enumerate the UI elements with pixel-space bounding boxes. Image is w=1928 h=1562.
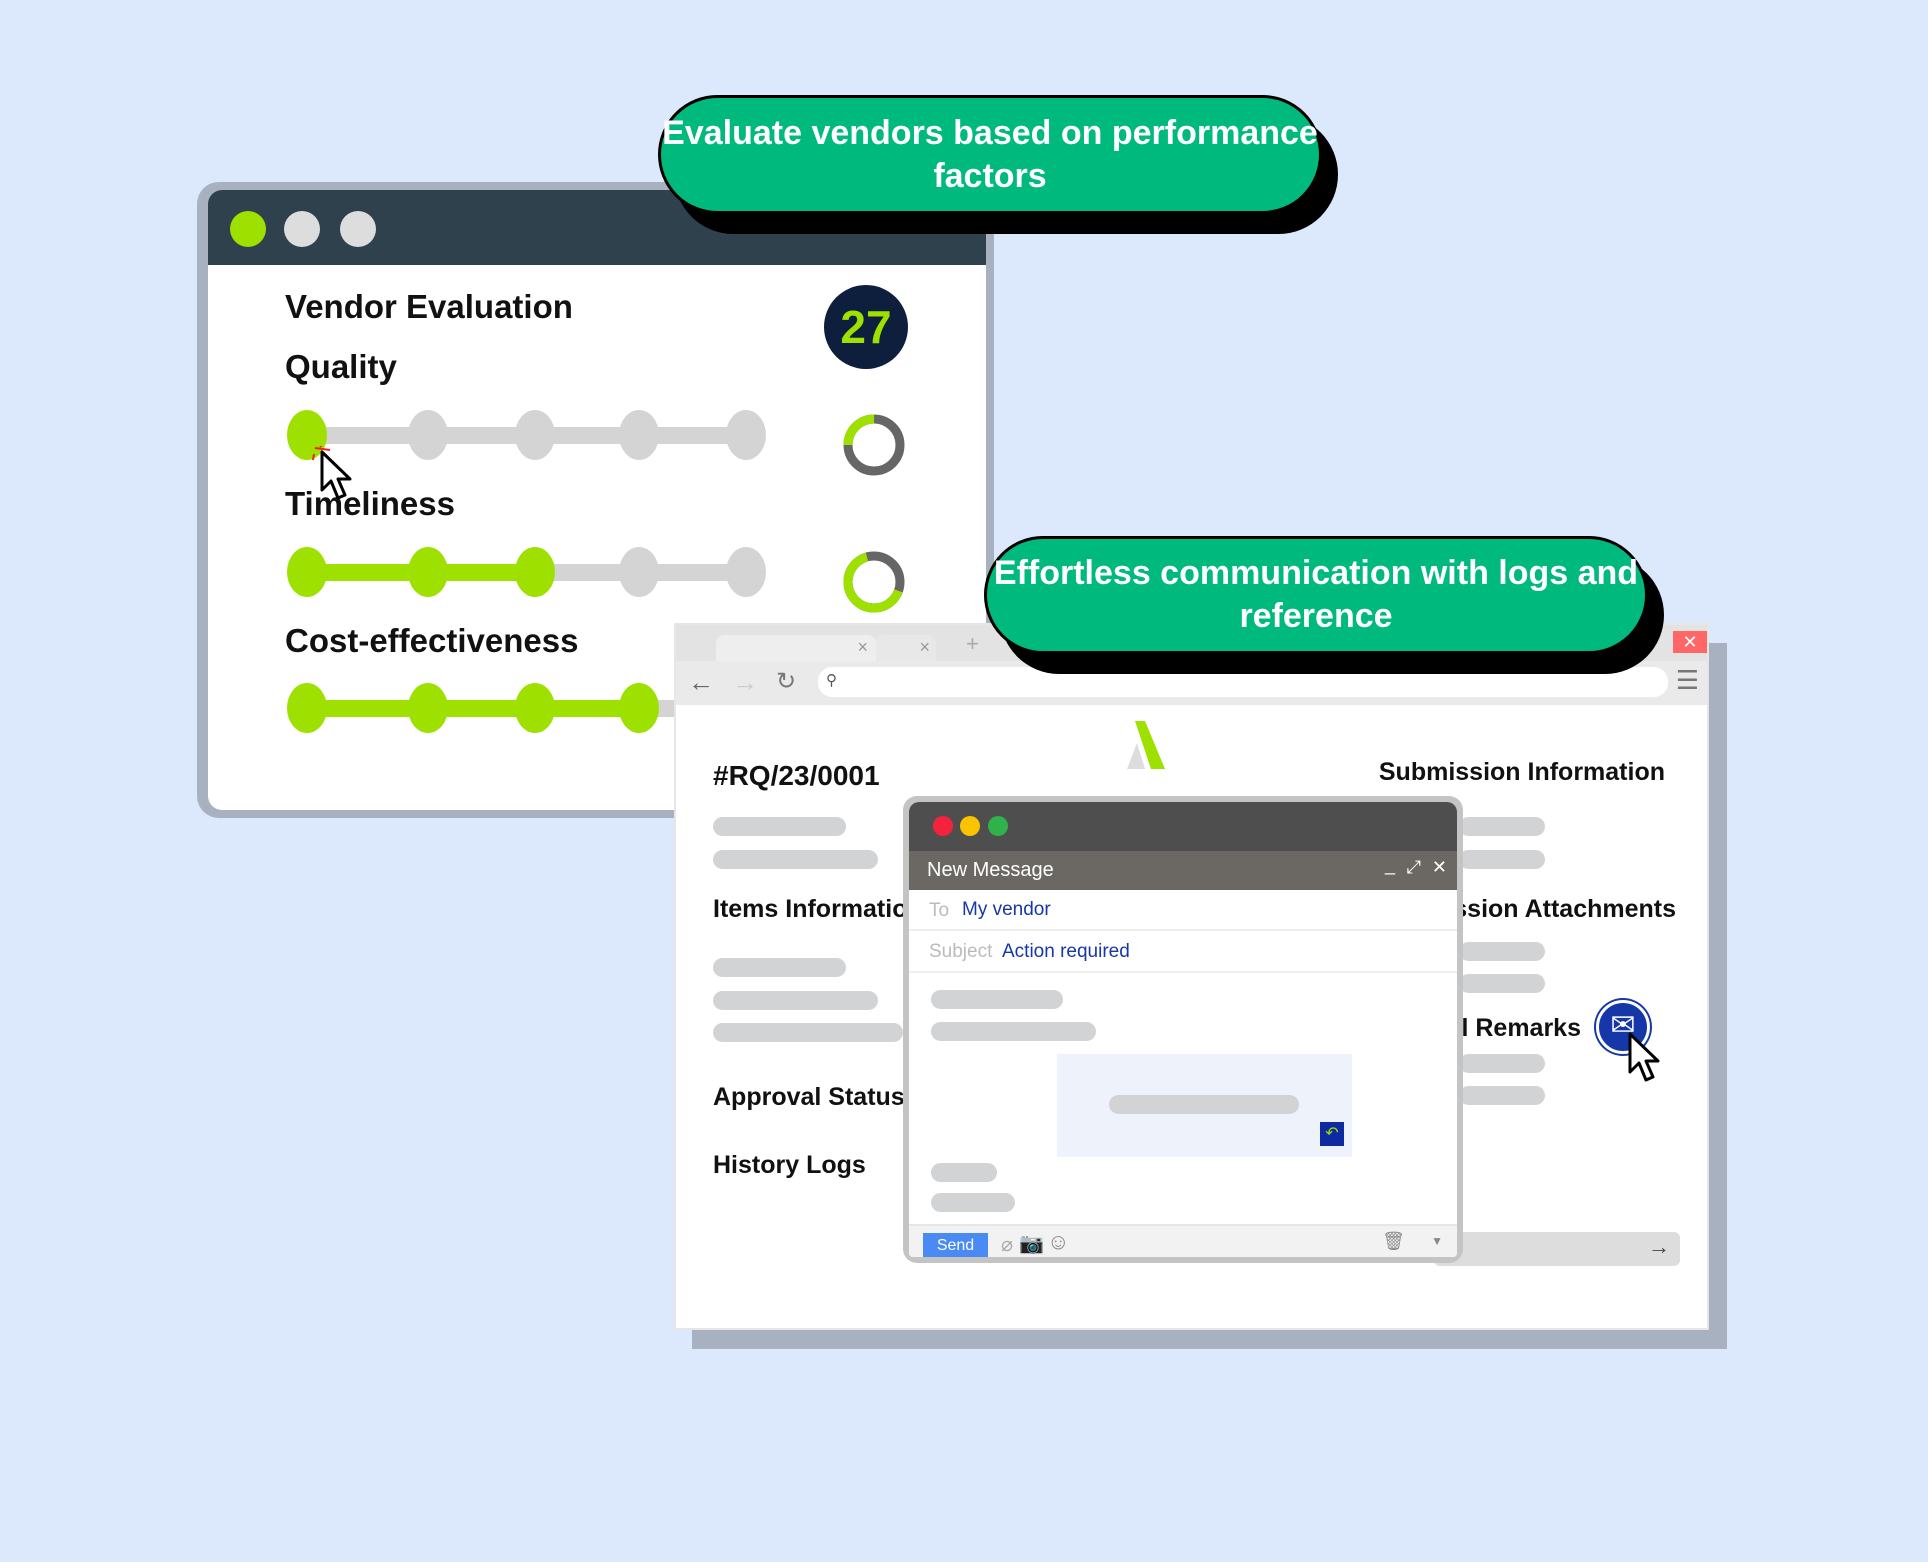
window-dot[interactable] <box>340 211 376 247</box>
rating-node[interactable] <box>726 410 766 460</box>
to-field[interactable]: To My vendor <box>909 890 1457 931</box>
rating-node[interactable] <box>408 683 448 733</box>
tab-close-icon[interactable]: × <box>919 637 930 658</box>
placeholder-line <box>713 1023 903 1042</box>
rating-node[interactable] <box>619 547 659 597</box>
arrow-right-icon[interactable]: → <box>1648 1234 1670 1260</box>
criterion-label: Cost-effectiveness <box>285 622 579 659</box>
placeholder-line <box>1459 1086 1545 1105</box>
placeholder-line <box>713 991 878 1010</box>
to-value[interactable]: My vendor <box>962 899 1051 921</box>
body-line <box>931 1193 1015 1212</box>
rating-node[interactable] <box>726 547 766 597</box>
trash-icon[interactable]: 🗑 <box>1382 1231 1405 1252</box>
rating-slider-fill <box>307 700 639 717</box>
tab[interactable]: × <box>716 635 876 661</box>
compose-header: New Message _ ⤢ ✕ <box>909 851 1457 890</box>
section-submission-info: Submission Information <box>1378 758 1665 786</box>
window-dot-green[interactable] <box>230 211 266 247</box>
more-options-icon[interactable]: ▼ <box>1431 1234 1443 1248</box>
quality-donut <box>843 414 905 476</box>
placeholder-line <box>1459 817 1545 836</box>
criterion-label: Quality <box>285 348 397 385</box>
body-line <box>931 1163 997 1182</box>
callout-communication: Effortless communication with logs and r… <box>984 536 1648 654</box>
rating-node[interactable] <box>515 547 555 597</box>
section-approval-status[interactable]: Approval Status <box>713 1083 905 1112</box>
compose-window: New Message _ ⤢ ✕ To My vendor Subject A… <box>903 796 1463 1263</box>
new-tab-icon[interactable]: + <box>966 631 979 657</box>
compose-footer: Send ⌀ 📷 ☺ 🗑 ▼ <box>909 1224 1457 1257</box>
placeholder-line <box>1459 974 1545 993</box>
section-history-logs[interactable]: History Logs <box>713 1151 866 1180</box>
close-dot[interactable] <box>933 816 953 836</box>
reply-icon[interactable]: ↶ <box>1320 1122 1344 1146</box>
maximize-dot[interactable] <box>988 816 1008 836</box>
send-button[interactable]: Send <box>923 1233 988 1257</box>
cursor-icon <box>312 446 352 500</box>
rating-node[interactable] <box>515 410 555 460</box>
camera-icon[interactable]: 📷 <box>1019 1231 1044 1256</box>
quoted-message: ↶ <box>1057 1054 1352 1157</box>
request-id: #RQ/23/0001 <box>713 760 880 791</box>
cursor-icon <box>1628 1032 1660 1082</box>
page-title: Vendor Evaluation <box>285 288 573 325</box>
subject-field[interactable]: Subject Action required <box>909 931 1457 973</box>
forward-icon[interactable]: → <box>732 667 758 698</box>
rating-node[interactable] <box>619 410 659 460</box>
rating-node[interactable] <box>515 683 555 733</box>
placeholder-line <box>1459 1054 1545 1073</box>
compose-title: New Message <box>927 859 1054 881</box>
placeholder-line <box>713 817 846 836</box>
minimize-icon[interactable]: _ <box>1385 855 1395 876</box>
section-attachments: ssion Attachments <box>1453 895 1676 923</box>
scroll-bar[interactable]: → <box>1434 1232 1680 1266</box>
search-icon: ⚲ <box>826 672 837 689</box>
placeholder-line <box>713 850 878 869</box>
callout-evaluate: Evaluate vendors based on performance fa… <box>658 95 1322 214</box>
body-line <box>931 1022 1096 1041</box>
rating-node[interactable] <box>619 683 659 733</box>
body-line <box>1109 1095 1299 1114</box>
app-logo <box>1127 721 1165 769</box>
timeliness-donut <box>843 551 905 613</box>
rating-node[interactable] <box>408 410 448 460</box>
section-items: Items Informatio <box>713 895 908 923</box>
to-label: To <box>929 900 950 921</box>
subject-label: Subject <box>929 941 993 962</box>
emoji-icon[interactable]: ☺ <box>1047 1229 1069 1255</box>
rating-node[interactable] <box>287 683 327 733</box>
expand-icon[interactable]: ⤢ <box>1407 857 1421 878</box>
tab-close-icon[interactable]: × <box>857 637 868 658</box>
menu-icon[interactable]: ☰ <box>1676 665 1699 696</box>
reload-icon[interactable]: ↻ <box>776 667 796 696</box>
body-line <box>931 990 1063 1009</box>
section-remarks: al Remarks <box>1447 1014 1581 1042</box>
window-dot[interactable] <box>284 211 320 247</box>
criterion-label: Timeliness <box>285 485 455 522</box>
rating-node[interactable] <box>287 547 327 597</box>
rating-node[interactable] <box>408 547 448 597</box>
placeholder-line <box>1459 942 1545 961</box>
placeholder-line <box>713 958 846 977</box>
back-icon[interactable]: ← <box>688 667 714 698</box>
close-window-icon[interactable]: ✕ <box>1673 631 1707 653</box>
compose-titlebar <box>909 802 1457 851</box>
placeholder-line <box>1459 850 1545 869</box>
attach-icon[interactable]: ⌀ <box>1001 1232 1013 1257</box>
score-badge: 27 <box>824 285 908 369</box>
minimize-dot[interactable] <box>960 816 980 836</box>
subject-value[interactable]: Action required <box>1002 941 1130 963</box>
close-icon[interactable]: ✕ <box>1432 857 1447 878</box>
tab[interactable]: × <box>876 635 936 661</box>
